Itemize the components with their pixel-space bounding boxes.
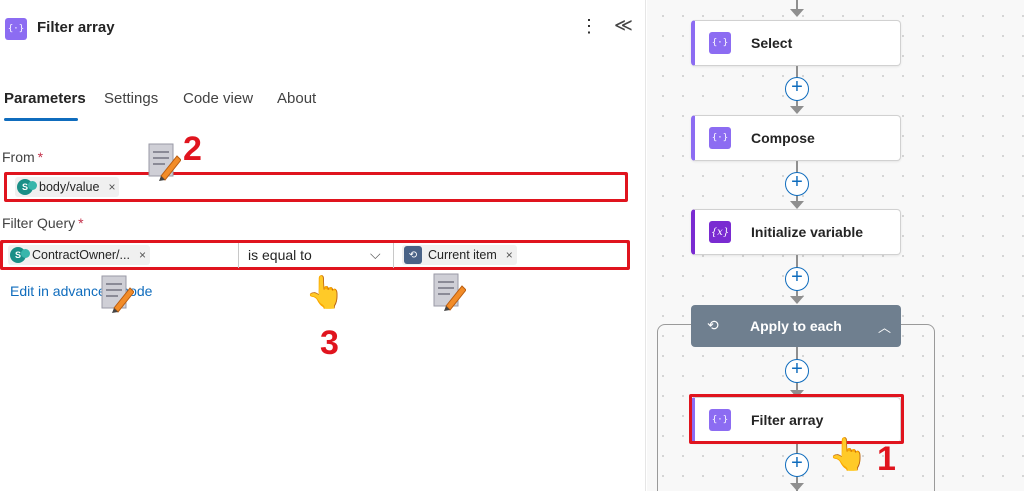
from-token-label: body/value	[39, 180, 100, 194]
right-operand-token[interactable]: ⟲ Current item ×	[402, 245, 517, 265]
from-token[interactable]: S body/value ×	[15, 177, 120, 197]
divider	[393, 243, 394, 268]
connector-arrow	[790, 9, 804, 17]
left-operand-token[interactable]: S ContractOwner/... ×	[8, 245, 150, 265]
tab-settings[interactable]: Settings	[104, 90, 158, 107]
right-operand-label: Current item	[428, 248, 497, 262]
action-card-compose[interactable]: {·} Compose	[691, 115, 901, 161]
tab-code-view[interactable]: Code view	[183, 90, 253, 107]
pencil-edit-icon	[433, 273, 466, 311]
pointing-hand-icon: 👆	[828, 436, 868, 472]
tab-parameters[interactable]: Parameters	[4, 90, 86, 107]
connector-arrow	[790, 296, 804, 304]
collapse-panel-icon[interactable]: ≪	[614, 15, 633, 36]
active-tab-indicator	[4, 118, 78, 121]
action-config-panel: {·} Filter array ⋮ ≪ Parameters Settings…	[0, 0, 646, 491]
chevron-up-icon[interactable]: ︿	[878, 317, 891, 336]
insert-step-button[interactable]: +	[785, 267, 809, 291]
scope-label: Apply to each	[750, 318, 842, 334]
remove-token-icon[interactable]: ×	[139, 248, 146, 262]
annotation-step-1: 1	[877, 440, 896, 478]
filter-array-action-icon: {·}	[5, 18, 27, 40]
sharepoint-icon: S	[17, 179, 37, 195]
loop-icon: ⟲	[404, 246, 422, 264]
divider	[238, 243, 239, 268]
tab-about[interactable]: About	[277, 90, 316, 107]
designer-canvas: {·} Select + {·} Compose + {x} Initializ…	[647, 0, 1024, 491]
panel-title: Filter array	[37, 19, 115, 36]
action-card-label: Compose	[751, 130, 815, 146]
insert-step-button[interactable]: +	[785, 453, 809, 477]
data-operation-icon: {·}	[709, 127, 731, 149]
action-card-initialize-variable[interactable]: {x} Initialize variable	[691, 209, 901, 255]
data-operation-icon: {·}	[709, 32, 731, 54]
apply-to-each-header[interactable]: ⟲ Apply to each ︿	[691, 305, 901, 347]
action-card-label: Initialize variable	[751, 224, 864, 240]
insert-step-button[interactable]: +	[785, 359, 809, 383]
filter-query-label: Filter Query *	[2, 215, 84, 231]
annotation-step-2: 2	[183, 130, 202, 168]
connector-arrow	[790, 201, 804, 209]
pointing-hand-icon: 👆	[305, 274, 345, 310]
annotation-step-3: 3	[320, 324, 339, 362]
remove-token-icon[interactable]: ×	[506, 248, 513, 262]
connector-arrow	[790, 483, 804, 491]
loop-icon: ⟲	[707, 317, 719, 333]
annotation-highlight-filter-array	[689, 394, 904, 444]
pencil-edit-icon	[101, 275, 134, 313]
from-label: From *	[2, 149, 44, 165]
variable-icon: {x}	[709, 221, 731, 243]
chevron-down-icon[interactable]: ⌵	[370, 246, 381, 263]
action-card-label: Select	[751, 35, 793, 51]
insert-step-button[interactable]: +	[785, 77, 809, 101]
remove-token-icon[interactable]: ×	[108, 180, 115, 194]
insert-step-button[interactable]: +	[785, 172, 809, 196]
pencil-edit-icon	[148, 143, 181, 181]
sharepoint-icon: S	[10, 247, 30, 263]
operator-dropdown[interactable]: is equal to	[248, 247, 312, 263]
more-options-icon[interactable]: ⋮	[580, 16, 598, 37]
left-operand-label: ContractOwner/...	[32, 248, 130, 262]
connector-arrow	[790, 106, 804, 114]
action-card-select[interactable]: {·} Select	[691, 20, 901, 66]
